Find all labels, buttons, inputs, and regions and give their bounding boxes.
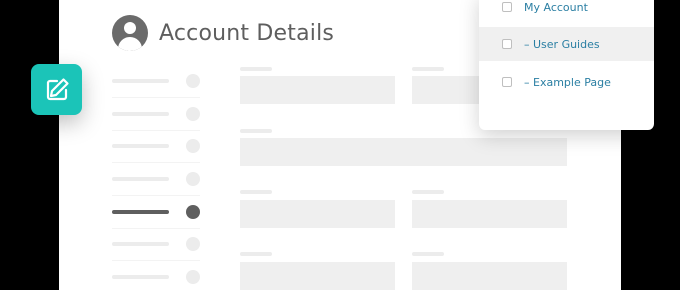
- sidebar-item-dot: [186, 139, 200, 153]
- sidebar-divider: [112, 130, 200, 131]
- form-field-placeholder[interactable]: [412, 262, 567, 290]
- dropdown-item-my-account[interactable]: My Account: [479, 0, 654, 24]
- form-field-placeholder[interactable]: [240, 138, 567, 166]
- sidebar-item-1[interactable]: [112, 73, 200, 89]
- checkbox[interactable]: [502, 39, 512, 49]
- sidebar-item-2[interactable]: [112, 106, 200, 122]
- sidebar-divider: [112, 97, 200, 98]
- sidebar-divider: [112, 260, 200, 261]
- checkbox[interactable]: [502, 2, 512, 12]
- field-label-placeholder: [240, 190, 272, 194]
- dropdown-item-example-page[interactable]: – Example Page: [479, 65, 654, 99]
- sidebar-item-bar: [112, 144, 169, 148]
- sidebar-item-dot: [186, 172, 200, 186]
- sidebar-item-7[interactable]: [112, 269, 200, 285]
- field-label-placeholder: [240, 67, 272, 71]
- sidebar-item-bar: [112, 210, 169, 214]
- dropdown-item-label: – User Guides: [524, 37, 600, 51]
- edit-icon: [46, 77, 69, 100]
- avatar-body: [118, 37, 142, 51]
- sidebar-item-bar: [112, 112, 169, 116]
- sidebar-item-bar: [112, 242, 169, 246]
- sidebar-item-4[interactable]: [112, 171, 200, 187]
- page-header: Account Details: [112, 15, 334, 51]
- sidebar-item-bar: [112, 177, 169, 181]
- page-dropdown-menu: My Account – User Guides – Example Page: [479, 0, 654, 130]
- sidebar-divider: [112, 195, 200, 196]
- field-label-placeholder: [412, 252, 444, 256]
- sidebar-divider: [112, 162, 200, 163]
- form-field-placeholder[interactable]: [240, 262, 395, 290]
- page-title: Account Details: [159, 20, 335, 46]
- checkbox[interactable]: [502, 77, 512, 87]
- dropdown-item-label: – Example Page: [524, 75, 611, 89]
- sidebar-item-dot: [186, 205, 200, 219]
- sidebar-item-bar: [112, 79, 169, 83]
- dropdown-item-label: My Account: [524, 0, 588, 14]
- avatar-head: [124, 22, 136, 34]
- form-field-placeholder[interactable]: [412, 200, 567, 228]
- form-field-placeholder[interactable]: [240, 76, 395, 104]
- sidebar-item-6[interactable]: [112, 236, 200, 252]
- sidebar-item-dot: [186, 270, 200, 284]
- sidebar-divider: [112, 228, 200, 229]
- sidebar-item-bar: [112, 275, 169, 279]
- dropdown-item-user-guides[interactable]: – User Guides: [479, 27, 654, 61]
- edit-button[interactable]: [31, 64, 82, 115]
- form-field-placeholder[interactable]: [240, 200, 395, 228]
- avatar[interactable]: [112, 15, 148, 51]
- sidebar-item-dot: [186, 107, 200, 121]
- field-label-placeholder: [240, 129, 272, 133]
- field-label-placeholder: [412, 67, 444, 71]
- sidebar-item-5-active[interactable]: [112, 204, 200, 220]
- sidebar-item-dot: [186, 237, 200, 251]
- field-label-placeholder: [240, 252, 272, 256]
- sidebar-item-dot: [186, 74, 200, 88]
- field-label-placeholder: [412, 190, 444, 194]
- sidebar-item-3[interactable]: [112, 138, 200, 154]
